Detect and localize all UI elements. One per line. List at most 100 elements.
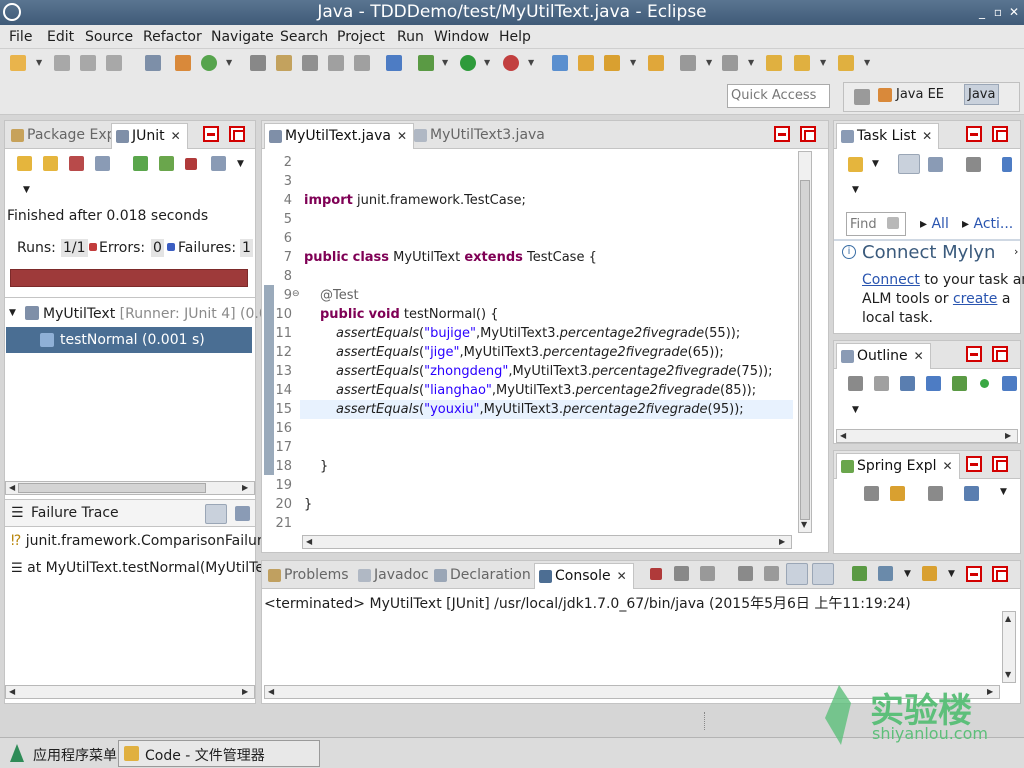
categorized-icon[interactable]	[898, 154, 920, 174]
menu-window[interactable]: Window	[434, 29, 489, 45]
chevron-down-icon[interactable]: ▼	[442, 58, 448, 67]
collapse-icon[interactable]	[966, 157, 981, 172]
tab-myutiltext-java[interactable]: MyUtilText.java ✕	[264, 123, 415, 149]
close-icon[interactable]: ✕	[397, 129, 407, 143]
filter-stack-icon[interactable]	[205, 504, 227, 524]
view-menu-icon[interactable]: ▼	[23, 185, 30, 195]
open-console-icon[interactable]	[922, 566, 937, 581]
scroll-down-icon[interactable]: ▼	[1005, 670, 1011, 679]
tab-declaration[interactable]: Declaration	[430, 563, 537, 589]
menu-edit[interactable]: Edit	[47, 29, 74, 45]
run-external-icon[interactable]	[503, 55, 519, 71]
minimize-view-button[interactable]	[774, 126, 790, 142]
view-menu-icon[interactable]: ▼	[852, 185, 859, 195]
tab-javadoc[interactable]: Javadoc	[354, 563, 435, 589]
new-server-icon[interactable]	[175, 55, 191, 71]
chevron-down-icon[interactable]: ▼	[748, 58, 754, 67]
open-perspective-icon[interactable]	[854, 89, 870, 105]
menu-refactor[interactable]: Refactor	[143, 29, 202, 45]
close-icon[interactable]: ✕	[922, 129, 932, 143]
pin-console-icon[interactable]	[852, 566, 867, 581]
tree-selected-row[interactable]: testNormal (0.001 s)	[6, 327, 252, 353]
sort-alpha-icon[interactable]	[900, 376, 915, 391]
show-stdout-icon[interactable]	[786, 563, 808, 585]
sync-icon[interactable]	[1002, 157, 1012, 172]
remove-all-icon[interactable]	[700, 566, 715, 581]
scroll-left-icon[interactable]: ◀	[268, 687, 274, 696]
hide-local-icon[interactable]	[1002, 376, 1017, 391]
minimize-view-button[interactable]	[966, 566, 982, 582]
code-line-method[interactable]: public void testNormal() {	[320, 307, 498, 322]
minimize-view-button[interactable]	[966, 126, 982, 142]
code-line-assert[interactable]: assertEquals("bujige",MyUtilText3.percen…	[336, 326, 740, 341]
scroll-lock-icon[interactable]	[764, 566, 779, 581]
chevron-down-icon[interactable]: ▼	[872, 159, 879, 169]
remove-launch-icon[interactable]	[674, 566, 689, 581]
tree-expand-icon[interactable]: ▼	[9, 308, 16, 318]
chevron-down-icon[interactable]: ▼	[528, 58, 534, 67]
code-line-close-class[interactable]: }	[304, 497, 312, 512]
save-all-icon[interactable]	[80, 55, 96, 71]
filter-icon[interactable]	[928, 486, 943, 501]
minimize-view-button[interactable]	[966, 346, 982, 362]
perspective-java[interactable]: Java	[964, 84, 1000, 105]
scroll-thumb[interactable]	[18, 483, 206, 493]
save-icon[interactable]	[54, 55, 70, 71]
code-line-assert[interactable]: assertEquals("lianghao",MyUtilText3.perc…	[336, 383, 756, 398]
tree-root[interactable]: MyUtilText [Runner: JUnit 4] (0.00	[43, 306, 277, 322]
minimize-icon[interactable]: _	[974, 4, 990, 20]
clear-console-icon[interactable]	[738, 566, 753, 581]
chevron-down-icon[interactable]: ▼	[484, 58, 490, 67]
all-filter-link[interactable]: ▸ All	[920, 216, 949, 232]
scroll-left-icon[interactable]: ◀	[306, 537, 312, 546]
chevron-down-icon[interactable]: ▼	[864, 58, 870, 67]
code-line-assert[interactable]: assertEquals("youxiu",MyUtilText3.percen…	[336, 402, 744, 417]
perspective-java-ee[interactable]: Java EE	[878, 87, 944, 102]
show-stderr-icon[interactable]	[812, 563, 834, 585]
connect-link[interactable]: Connect	[862, 272, 920, 288]
hide-static-icon[interactable]	[952, 376, 967, 391]
scroll-right-icon[interactable]: ▶	[242, 687, 248, 696]
scroll-up-icon[interactable]: ▲	[1005, 614, 1011, 623]
history-icon[interactable]	[211, 156, 226, 171]
vertical-scrollbar[interactable]: ▼	[798, 151, 812, 533]
toggle-icon[interactable]	[302, 55, 318, 71]
code-line-class[interactable]: public class MyUtilText extends TestCase…	[304, 250, 597, 265]
code-line-import[interactable]: import junit.framework.TestCase;	[304, 193, 526, 208]
globe-icon[interactable]	[552, 55, 568, 71]
menu-navigate[interactable]: Navigate	[211, 29, 274, 45]
close-icon[interactable]: ✕	[943, 459, 953, 473]
sort-alpha-icon[interactable]	[964, 486, 979, 501]
app-menu-button[interactable]: 应用程序菜单	[33, 745, 117, 765]
trace-line[interactable]: ⁉ junit.framework.ComparisonFailure	[11, 533, 271, 549]
pin-icon[interactable]	[386, 55, 402, 71]
quick-access-input[interactable]: Quick Access	[727, 84, 830, 108]
scroll-right-icon[interactable]: ▶	[779, 537, 785, 546]
scroll-left-icon[interactable]: ◀	[840, 431, 846, 440]
trace-line[interactable]: ☰ at MyUtilText.testNormal(MyUtilTe:	[11, 560, 269, 576]
tab-spring-explorer[interactable]: Spring Expl ✕	[836, 453, 960, 479]
sort-icon[interactable]	[874, 376, 889, 391]
scroll-right-icon[interactable]: ▶	[242, 483, 248, 492]
minimize-view-button[interactable]	[203, 126, 219, 142]
display-console-icon[interactable]	[878, 566, 893, 581]
chevron-right-icon[interactable]: ›	[1014, 245, 1018, 258]
tab-myutiltext3-java[interactable]: MyUtilText3.java	[410, 123, 551, 149]
taskbar-window-button[interactable]: Code - 文件管理器	[118, 740, 320, 767]
collapse-all-icon[interactable]	[864, 486, 879, 501]
pen-icon[interactable]	[276, 55, 292, 71]
minimize-view-button[interactable]	[966, 456, 982, 472]
tab-outline[interactable]: Outline ✕	[836, 343, 931, 369]
print-icon[interactable]	[106, 55, 122, 71]
tab-package-explorer[interactable]: Package Exp	[7, 123, 122, 149]
hide-fields-icon[interactable]	[926, 376, 941, 391]
chevron-down-icon[interactable]: ▼	[904, 569, 911, 579]
new-icon[interactable]	[10, 55, 26, 71]
menu-project[interactable]: Project	[337, 29, 385, 45]
prev-annotation-icon[interactable]	[722, 55, 738, 71]
activate-link[interactable]: ▸ Acti...	[962, 216, 1013, 232]
close-icon[interactable]: ✕	[1006, 4, 1022, 20]
maximize-view-button[interactable]	[992, 566, 1008, 582]
rerun-icon[interactable]	[133, 156, 148, 171]
menu-file[interactable]: File	[9, 29, 32, 45]
